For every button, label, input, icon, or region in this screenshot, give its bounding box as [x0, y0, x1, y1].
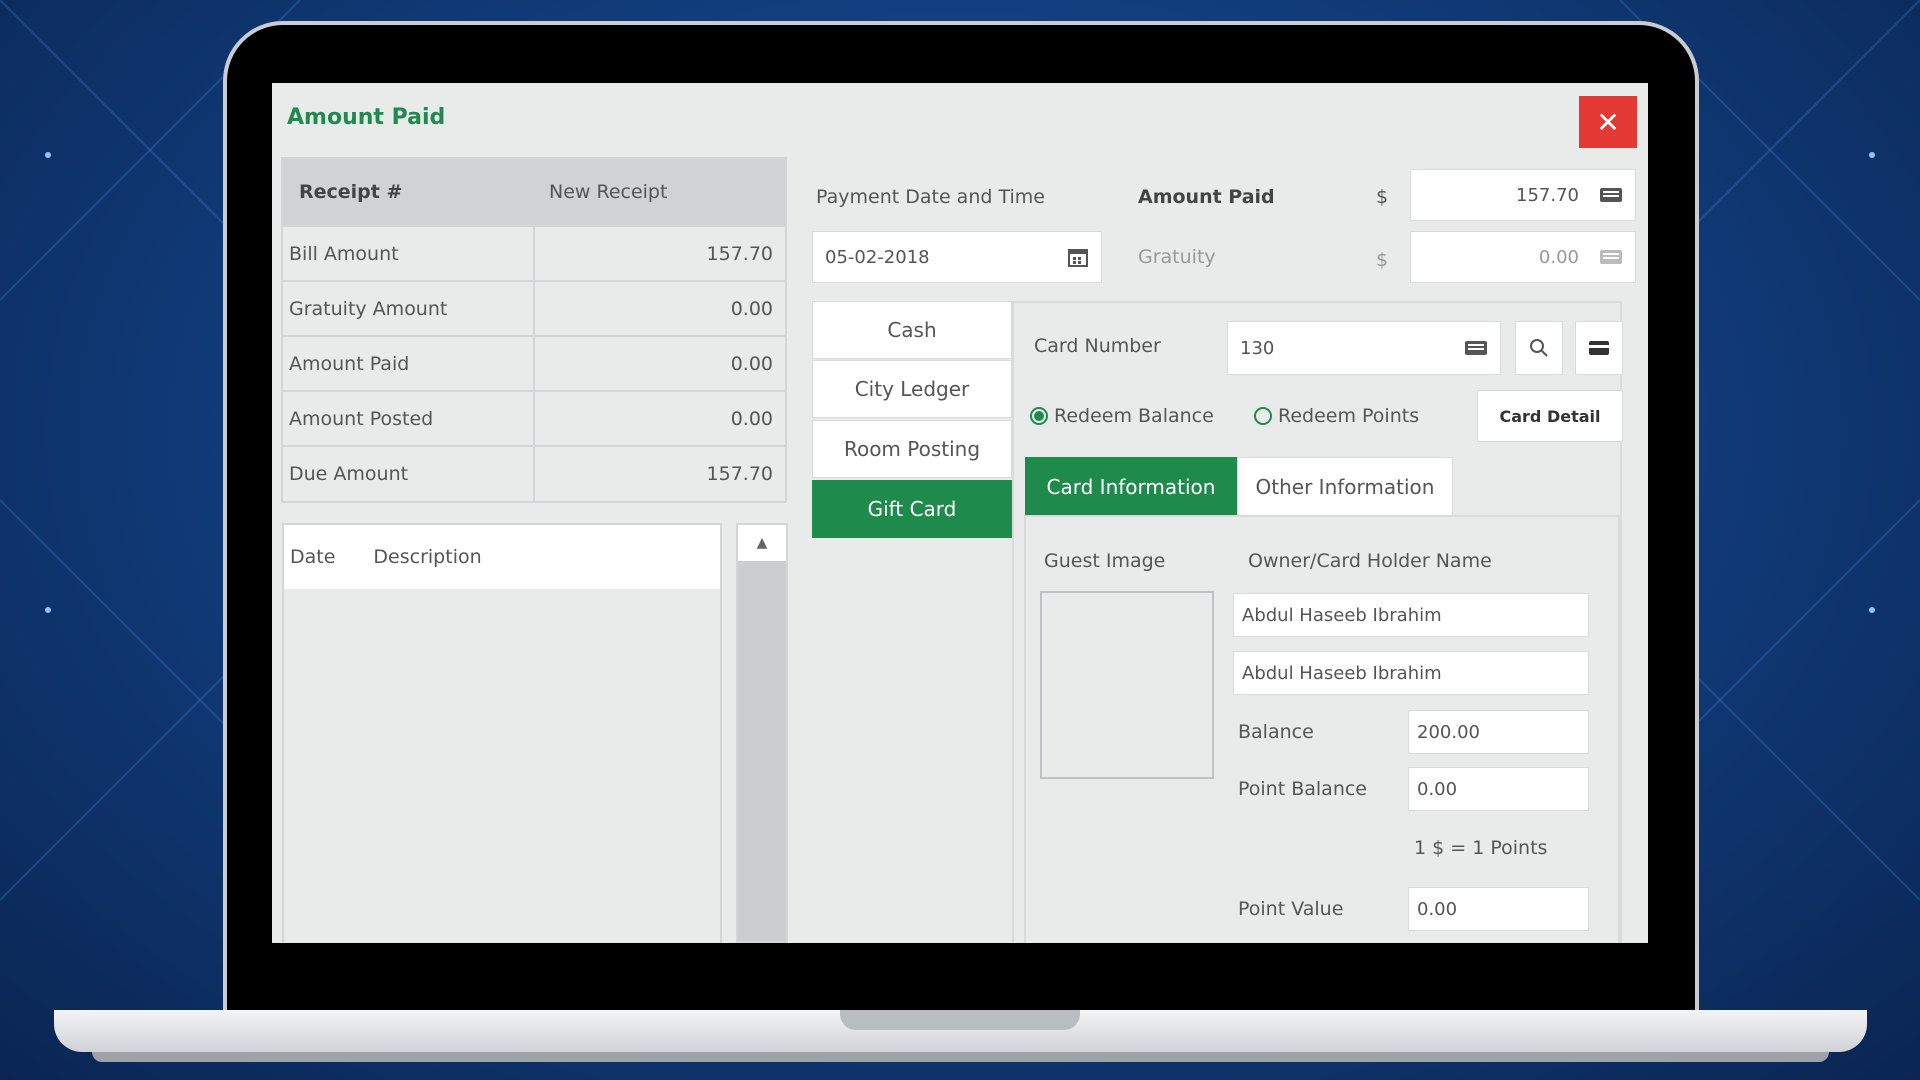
- points-conversion-text: 1 $ = 1 Points: [1414, 837, 1548, 859]
- amount-paid-dialog: Amount Paid ✕ Receipt # New Receipt Bill…: [272, 83, 1648, 943]
- gratuity-currency: $: [1376, 249, 1389, 271]
- scroll-up-button[interactable]: ▲: [738, 525, 786, 561]
- receipt-summary-table: Receipt # New Receipt Bill Amount 157.70…: [281, 157, 787, 503]
- row-label: Bill Amount: [283, 227, 535, 280]
- row-value: 0.00: [730, 297, 773, 320]
- redeem-points-label: Redeem Points: [1278, 405, 1420, 427]
- point-balance-value: 0.00: [1417, 778, 1458, 800]
- table-row: Amount Paid 0.00: [283, 335, 785, 390]
- row-value: 157.70: [706, 463, 773, 485]
- description-column-header: Description: [373, 546, 482, 568]
- close-button[interactable]: ✕: [1579, 96, 1637, 148]
- row-label: Amount Paid: [283, 337, 535, 390]
- swipe-card-button[interactable]: [1575, 321, 1623, 375]
- card-detail-button[interactable]: Card Detail: [1477, 390, 1623, 442]
- list-scrollbar[interactable]: ▲: [736, 523, 788, 943]
- keyboard-icon[interactable]: [1464, 340, 1488, 356]
- owner-name-label: Owner/Card Holder Name: [1248, 550, 1492, 572]
- owner-name-field-1[interactable]: Abdul Haseeb Ibrahim: [1233, 593, 1589, 637]
- balance-label: Balance: [1238, 721, 1314, 743]
- point-value-field[interactable]: 0.00: [1408, 887, 1589, 931]
- table-row: Bill Amount 157.70: [283, 225, 785, 280]
- payment-date-field[interactable]: 05-02-2018: [812, 231, 1102, 283]
- chevron-up-icon: ▲: [756, 535, 768, 551]
- row-label: Amount Posted: [283, 392, 535, 445]
- row-label: Gratuity Amount: [283, 282, 535, 335]
- search-card-button[interactable]: [1515, 321, 1563, 375]
- table-row: Amount Posted 0.00: [283, 390, 785, 445]
- amount-paid-value: 157.70: [1516, 184, 1579, 206]
- close-icon: ✕: [1596, 105, 1620, 139]
- radio-unselected-icon: [1254, 407, 1272, 425]
- keyboard-icon[interactable]: [1599, 187, 1623, 203]
- calendar-icon[interactable]: [1067, 246, 1089, 268]
- laptop-base-shadow: [92, 1052, 1829, 1062]
- owner-name-field-2[interactable]: Abdul Haseeb Ibrahim: [1233, 651, 1589, 695]
- scroll-track[interactable]: [738, 561, 786, 941]
- keyboard-icon[interactable]: [1599, 249, 1623, 265]
- receipt-number-label: Receipt #: [299, 181, 403, 203]
- dialog-title: Amount Paid: [287, 105, 446, 130]
- tab-city-ledger[interactable]: City Ledger: [812, 360, 1012, 418]
- tab-cash[interactable]: Cash: [812, 301, 1012, 359]
- laptop-notch: [840, 1010, 1080, 1030]
- amount-currency: $: [1376, 186, 1389, 208]
- point-balance-label: Point Balance: [1238, 778, 1367, 800]
- payment-date-label: Payment Date and Time: [816, 186, 1045, 208]
- receipt-header-row: Receipt # New Receipt: [283, 159, 785, 225]
- guest-image: [1040, 591, 1214, 779]
- point-balance-field[interactable]: 0.00: [1408, 767, 1589, 811]
- point-value-label: Point Value: [1238, 898, 1344, 920]
- redeem-balance-option[interactable]: Redeem Balance: [1030, 405, 1214, 427]
- gratuity-label: Gratuity: [1138, 246, 1216, 268]
- redeem-points-option[interactable]: Redeem Points: [1254, 405, 1419, 427]
- receipt-number-value: New Receipt: [549, 181, 668, 203]
- table-row: Gratuity Amount 0.00: [283, 280, 785, 335]
- tab-card-information[interactable]: Card Information: [1025, 457, 1237, 517]
- owner-name-1-value: Abdul Haseeb Ibrahim: [1242, 604, 1442, 626]
- date-column-header: Date: [290, 546, 336, 568]
- card-number-label: Card Number: [1034, 335, 1161, 357]
- tab-room-posting[interactable]: Room Posting: [812, 420, 1012, 478]
- card-number-value: 130: [1240, 337, 1275, 359]
- tab-gift-card[interactable]: Gift Card: [812, 480, 1012, 538]
- credit-card-icon: [1589, 341, 1609, 355]
- amount-paid-label: Amount Paid: [1138, 186, 1275, 208]
- card-number-field[interactable]: 130: [1227, 321, 1501, 375]
- row-value: 157.70: [706, 242, 773, 265]
- list-header: Date Description: [284, 525, 720, 589]
- radio-selected-icon: [1030, 407, 1048, 425]
- redeem-balance-label: Redeem Balance: [1054, 405, 1214, 427]
- table-row: Due Amount 157.70: [283, 445, 785, 501]
- tab-other-information[interactable]: Other Information: [1237, 457, 1453, 517]
- owner-name-2-value: Abdul Haseeb Ibrahim: [1242, 662, 1442, 684]
- balance-field[interactable]: 200.00: [1408, 710, 1589, 754]
- row-value: 0.00: [730, 407, 773, 430]
- guest-image-label: Guest Image: [1044, 550, 1166, 572]
- balance-value: 200.00: [1417, 721, 1480, 743]
- gratuity-field[interactable]: 0.00: [1410, 231, 1636, 283]
- row-value: 0.00: [730, 352, 773, 375]
- payment-date-value: 05-02-2018: [825, 246, 930, 268]
- search-icon: [1530, 339, 1548, 357]
- gratuity-value: 0.00: [1538, 246, 1579, 268]
- row-label: Due Amount: [283, 447, 535, 501]
- point-value-value: 0.00: [1417, 898, 1458, 920]
- payment-history-list: Date Description: [282, 523, 722, 943]
- amount-paid-field[interactable]: 157.70: [1410, 169, 1636, 221]
